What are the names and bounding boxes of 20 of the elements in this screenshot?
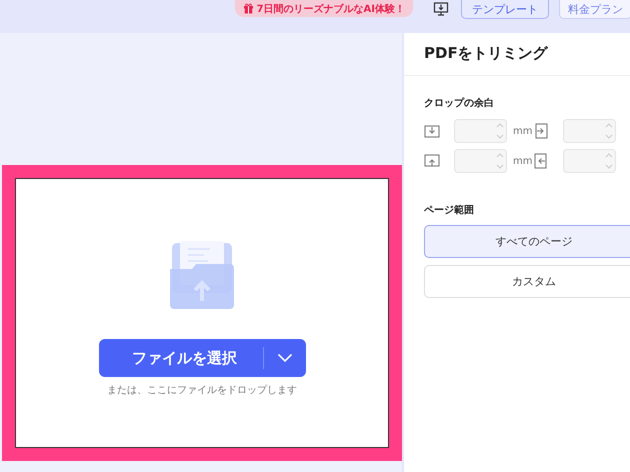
page-range-option[interactable]: すべてのページ: [424, 225, 630, 258]
margin-top-icon: [424, 123, 440, 139]
page-range-option[interactable]: カスタム: [424, 265, 630, 298]
margin-left-icon: [533, 153, 549, 169]
drop-zone[interactable]: ファイルを選択 または、ここにファイルをドロップします: [15, 178, 389, 448]
margin-bottom-icon: [424, 153, 440, 169]
unit-label: mm: [513, 156, 533, 166]
gift-icon: [242, 3, 254, 14]
download-icon[interactable]: [433, 1, 449, 17]
panel-title: PDFをトリミング: [404, 33, 630, 76]
section-label: ページ範囲: [424, 204, 475, 217]
caret-icon[interactable]: [276, 353, 292, 363]
template-button[interactable]: テンプレート: [461, 0, 549, 19]
promo-badge[interactable]: 7日間のリーズナブルなAI体験！: [234, 0, 413, 17]
pricing-button[interactable]: 料金プラン: [559, 0, 630, 19]
margin-right-icon: [533, 123, 549, 139]
drop-hint: または、ここにファイルをドロップします: [107, 384, 297, 397]
unit-label: mm: [513, 126, 533, 136]
select-file-button[interactable]: ファイルを選択: [98, 339, 306, 377]
section-label: クロップの余白: [424, 96, 495, 110]
